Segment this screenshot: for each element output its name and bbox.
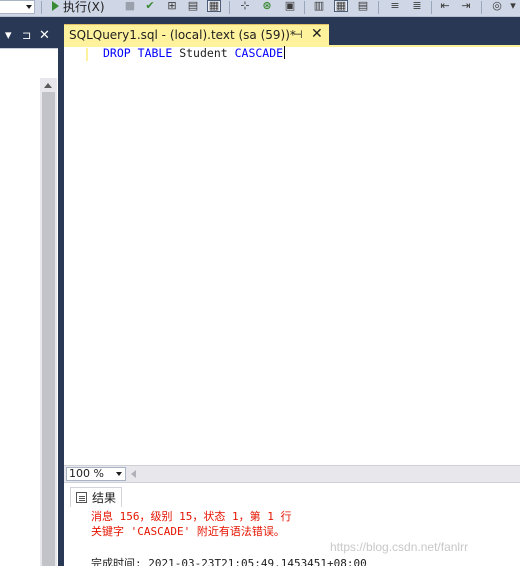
- sql-keyword: DROP: [103, 46, 131, 60]
- include-plan-icon[interactable]: ▣: [283, 0, 297, 12]
- chevron-down-icon[interactable]: ▾: [506, 0, 520, 12]
- results-file-icon[interactable]: ▤: [356, 0, 370, 12]
- uncomment-icon[interactable]: ≣: [410, 0, 424, 12]
- toolbar-separator: [229, 1, 230, 14]
- results-text-icon[interactable]: ▥: [312, 0, 326, 12]
- toolbar-separator: [378, 1, 379, 14]
- query-options-icon[interactable]: ⊹: [238, 0, 252, 12]
- scroll-up-icon[interactable]: [44, 83, 52, 88]
- watermark: https://blog.csdn.net/fanlrr: [330, 540, 469, 554]
- toolbar-separator: [481, 1, 482, 14]
- completion-time: 完成时间: 2021-03-23T21:05:49.1453451+08:00: [91, 557, 367, 566]
- document-tab[interactable]: SQLQuery1.sql - (local).text (sa (59))* …: [64, 24, 329, 45]
- query-editor[interactable]: [64, 47, 520, 465]
- comment-icon[interactable]: ≡: [388, 0, 402, 12]
- zoom-value: 100 %: [69, 467, 104, 480]
- toolbar-separator: [304, 1, 305, 14]
- document-tab-title: SQLQuery1.sql - (local).text (sa (59))*: [69, 28, 296, 42]
- change-marker: [86, 48, 88, 61]
- sql-keyword: TABLE: [137, 46, 173, 60]
- error-message-detail: 关键字 'CASCADE' 附近有语法错误。: [91, 525, 285, 538]
- zoom-bar: 100 %: [64, 465, 520, 482]
- results-grid-icon: [76, 492, 87, 503]
- zoom-select[interactable]: 100 %: [66, 467, 126, 481]
- close-icon[interactable]: ✕: [39, 28, 50, 44]
- vertical-scrollbar[interactable]: [40, 78, 57, 566]
- toolbar: 执行(X) ■ ✔ ⊞ ▤ ▦ ⊹ ⊛ ▣ ▥ ▦ ▤ ≡ ≣ ⇤ ⇥ ◎ ▾: [0, 0, 520, 17]
- scroll-left-icon[interactable]: [131, 470, 136, 478]
- tab-results[interactable]: 结果: [70, 487, 123, 507]
- object-explorer-header: ▾ ⊐ ✕: [0, 24, 58, 48]
- decrease-indent-icon[interactable]: ⇤: [438, 0, 452, 12]
- dropdown-icon[interactable]: ▾: [5, 28, 12, 44]
- pin-icon[interactable]: ⊐: [22, 28, 31, 44]
- sql-keyword: CASCADE: [234, 46, 284, 60]
- chevron-down-icon: [116, 472, 122, 476]
- play-icon: [52, 1, 59, 11]
- display-plan-icon[interactable]: ▤: [186, 0, 200, 12]
- error-message-header: 消息 156，级别 15，状态 1，第 1 行: [91, 510, 292, 523]
- toolbar-separator: [431, 1, 432, 14]
- increase-indent-icon[interactable]: ⇥: [459, 0, 473, 12]
- parse-icon[interactable]: ⊞: [165, 0, 179, 12]
- specify-values-icon[interactable]: ◎: [490, 0, 504, 12]
- text-caret: [284, 46, 286, 59]
- results-tab-label: 结果: [92, 491, 117, 505]
- stop-icon[interactable]: ■: [123, 0, 137, 12]
- intellisense-icon[interactable]: ⊛: [260, 0, 274, 12]
- execute-label: 执行(X): [63, 0, 105, 14]
- results-to-icon[interactable]: ▦: [207, 0, 221, 12]
- pin-icon[interactable]: ⊣: [293, 28, 303, 41]
- scrollbar-thumb[interactable]: [42, 92, 55, 566]
- execute-button[interactable]: 执行(X): [52, 0, 105, 14]
- close-icon[interactable]: ✕: [311, 26, 323, 42]
- database-combo[interactable]: [0, 0, 35, 14]
- toolbar-separator: [41, 1, 42, 14]
- code-line[interactable]: DROP TABLE Student CASCADE: [103, 46, 286, 61]
- table-identifier: Student: [179, 46, 228, 60]
- results-grid-icon[interactable]: ▦: [334, 0, 348, 12]
- chevron-down-icon: [26, 5, 32, 9]
- check-icon[interactable]: ✔: [143, 0, 157, 12]
